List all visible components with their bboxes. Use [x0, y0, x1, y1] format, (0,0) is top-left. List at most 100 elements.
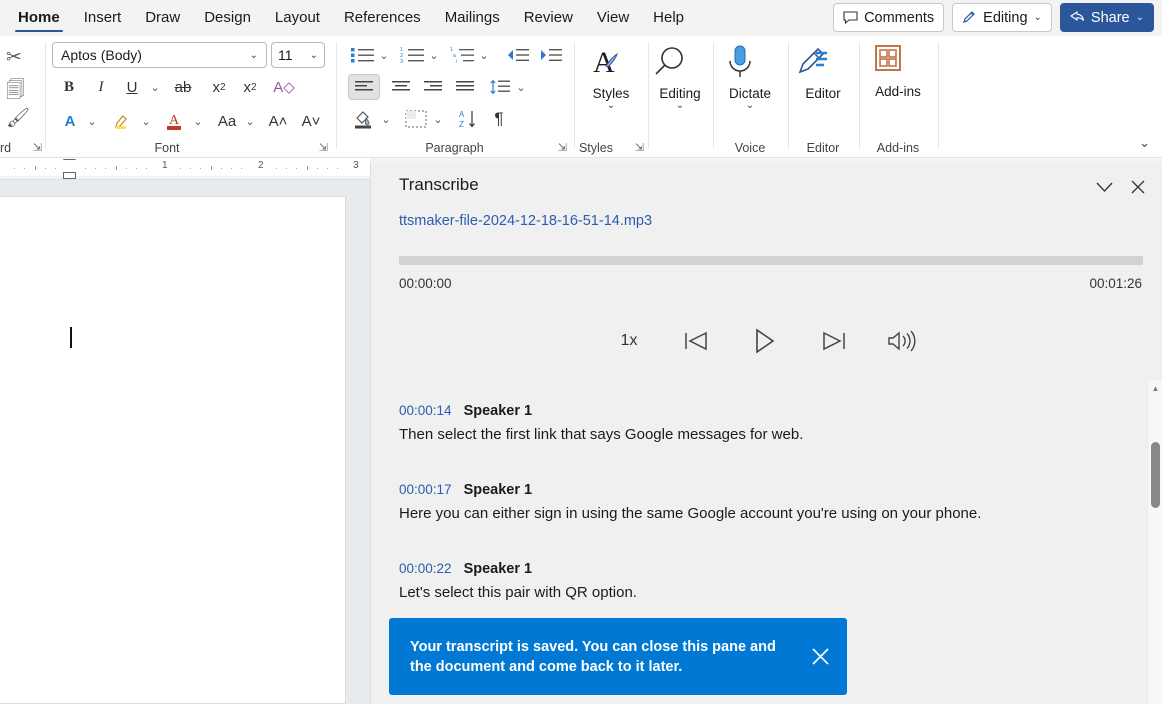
chevron-down-icon[interactable]: ⌄	[649, 101, 711, 111]
playback-progress-bar[interactable]	[399, 256, 1143, 265]
justify-button[interactable]	[450, 74, 480, 100]
play-icon[interactable]	[750, 323, 780, 359]
underline-button[interactable]: U	[121, 76, 143, 98]
tab-review[interactable]: Review	[512, 0, 585, 36]
collapse-ribbon-chevron-down-icon[interactable]: ⌄	[1139, 135, 1150, 151]
tab-insert[interactable]: Insert	[72, 0, 134, 36]
pane-close-icon[interactable]	[1125, 175, 1151, 199]
show-formatting-marks-icon[interactable]: ¶	[486, 106, 512, 132]
pane-title: Transcribe	[399, 175, 479, 195]
sort-icon[interactable]: AZ	[454, 106, 482, 132]
transcript-timestamp[interactable]: 00:00:17	[399, 482, 452, 497]
tab-home[interactable]: Home	[6, 0, 72, 36]
document-canvas[interactable]	[0, 180, 370, 704]
change-case-icon[interactable]: Aa	[212, 109, 242, 133]
line-spacing-icon[interactable]	[486, 74, 514, 100]
text-effects-typography-icon[interactable]: A	[58, 109, 82, 133]
transcript-text[interactable]: Then select the first link that says Goo…	[399, 426, 1099, 443]
first-line-indent-marker[interactable]	[63, 159, 76, 166]
bold-button[interactable]: B	[58, 76, 80, 98]
chevron-down-icon[interactable]: ⌄	[84, 109, 100, 133]
font-color-icon[interactable]: A	[162, 109, 186, 133]
document-page[interactable]	[0, 196, 346, 704]
tab-mailings[interactable]: Mailings	[433, 0, 512, 36]
editing-find-button[interactable]: Editing ⌄	[649, 42, 711, 111]
align-center-button[interactable]	[386, 74, 416, 100]
chevron-down-icon[interactable]: ⌄	[138, 109, 154, 133]
bullet-list-icon[interactable]	[348, 44, 378, 66]
transcript-text[interactable]: Let's select this pair with QR option.	[399, 584, 1099, 601]
transcript-timestamp[interactable]: 00:00:22	[399, 561, 452, 576]
transcript-entry[interactable]: 00:00:22 Speaker 1 Let's select this pai…	[399, 561, 1099, 601]
chevron-down-icon[interactable]: ⌄	[513, 74, 529, 100]
toast-close-icon[interactable]	[793, 647, 847, 666]
tab-view[interactable]: View	[585, 0, 641, 36]
font-size-input[interactable]: 11 ⌄	[271, 42, 325, 68]
multilevel-list-icon[interactable]: 1ai	[448, 44, 478, 66]
left-indent-marker[interactable]	[63, 172, 76, 179]
shrink-font-icon[interactable]: A˅	[299, 109, 323, 133]
pane-collapse-chevron-down-icon[interactable]	[1091, 175, 1117, 199]
tab-draw[interactable]: Draw	[133, 0, 192, 36]
increase-indent-icon[interactable]	[537, 44, 565, 66]
strikethrough-button[interactable]: ab	[172, 76, 194, 98]
transcribe-pane-header: Transcribe	[371, 163, 1162, 208]
text-effects-icon[interactable]: A◇	[272, 76, 296, 98]
comments-label: Comments	[864, 10, 934, 26]
transcript-scrollbar[interactable]: ▲ ▼	[1147, 380, 1162, 704]
addins-button[interactable]: Add-ins	[867, 42, 929, 99]
chevron-down-icon[interactable]: ⌄	[580, 101, 642, 111]
dictate-button[interactable]: Dictate ⌄	[719, 42, 781, 111]
numbered-list-icon[interactable]: 123	[398, 44, 428, 66]
volume-icon[interactable]	[886, 323, 920, 359]
italic-button[interactable]: I	[90, 76, 112, 98]
current-time-label: 00:00:00	[399, 276, 452, 291]
chevron-down-icon[interactable]: ⌄	[476, 44, 492, 66]
tab-help[interactable]: Help	[641, 0, 696, 36]
chevron-down-icon[interactable]: ⌄	[426, 44, 442, 66]
styles-gallery-button[interactable]: A Styles ⌄	[580, 42, 642, 111]
audio-file-link[interactable]: ttsmaker-file-2024-12-18-16-51-14.mp3	[399, 213, 652, 229]
text-highlight-icon[interactable]	[110, 109, 134, 133]
svg-text:i: i	[456, 59, 457, 64]
superscript-button[interactable]: x2	[239, 76, 261, 98]
ruler-number-2: 2	[258, 160, 264, 171]
chevron-down-icon[interactable]: ⌄	[430, 106, 446, 132]
transcript-entry-header: 00:00:17 Speaker 1	[399, 482, 1099, 498]
chevron-down-icon[interactable]: ⌄	[242, 109, 258, 133]
styles-dialog-launcher[interactable]: ⇲	[635, 141, 644, 154]
tab-design[interactable]: Design	[192, 0, 263, 36]
chevron-down-icon[interactable]: ⌄	[719, 101, 781, 111]
borders-icon[interactable]	[402, 106, 430, 132]
tab-layout[interactable]: Layout	[263, 0, 332, 36]
share-button[interactable]: Share ⌄	[1060, 3, 1154, 32]
subscript-button[interactable]: x2	[208, 76, 230, 98]
font-dialog-launcher[interactable]: ⇲	[319, 141, 328, 154]
align-right-button[interactable]	[418, 74, 448, 100]
decrease-indent-icon[interactable]	[504, 44, 532, 66]
align-left-button[interactable]	[348, 74, 380, 100]
tab-references[interactable]: References	[332, 0, 433, 36]
chevron-down-icon[interactable]: ⌄	[190, 109, 206, 133]
shading-icon[interactable]	[350, 106, 378, 132]
comments-button[interactable]: Comments	[833, 3, 944, 32]
font-family-input[interactable]: Aptos (Body) ⌄	[52, 42, 267, 68]
transcript-speaker: Speaker 1	[464, 561, 533, 577]
scrollbar-thumb[interactable]	[1151, 442, 1160, 508]
transcript-text[interactable]: Here you can either sign in using the sa…	[399, 505, 1099, 522]
grow-font-icon[interactable]: A˄	[266, 109, 290, 133]
chevron-down-icon[interactable]: ⌄	[376, 44, 392, 66]
editor-button[interactable]: Editor	[792, 42, 854, 101]
editor-button-label: Editor	[792, 86, 854, 101]
forward-icon[interactable]	[818, 323, 848, 359]
scroll-up-arrow-icon[interactable]: ▲	[1148, 380, 1162, 396]
rewind-icon[interactable]	[682, 323, 712, 359]
share-icon	[1070, 11, 1085, 24]
transcript-timestamp[interactable]: 00:00:14	[399, 403, 452, 418]
playback-rate-button[interactable]: 1x	[614, 323, 644, 359]
transcript-entry[interactable]: 00:00:17 Speaker 1 Here you can either s…	[399, 482, 1099, 522]
underline-chevron-down-icon[interactable]: ⌄	[147, 76, 163, 98]
transcript-entry[interactable]: 00:00:14 Speaker 1 Then select the first…	[399, 403, 1099, 443]
chevron-down-icon[interactable]: ⌄	[378, 106, 394, 132]
editing-mode-button[interactable]: Editing ⌄	[952, 3, 1052, 32]
